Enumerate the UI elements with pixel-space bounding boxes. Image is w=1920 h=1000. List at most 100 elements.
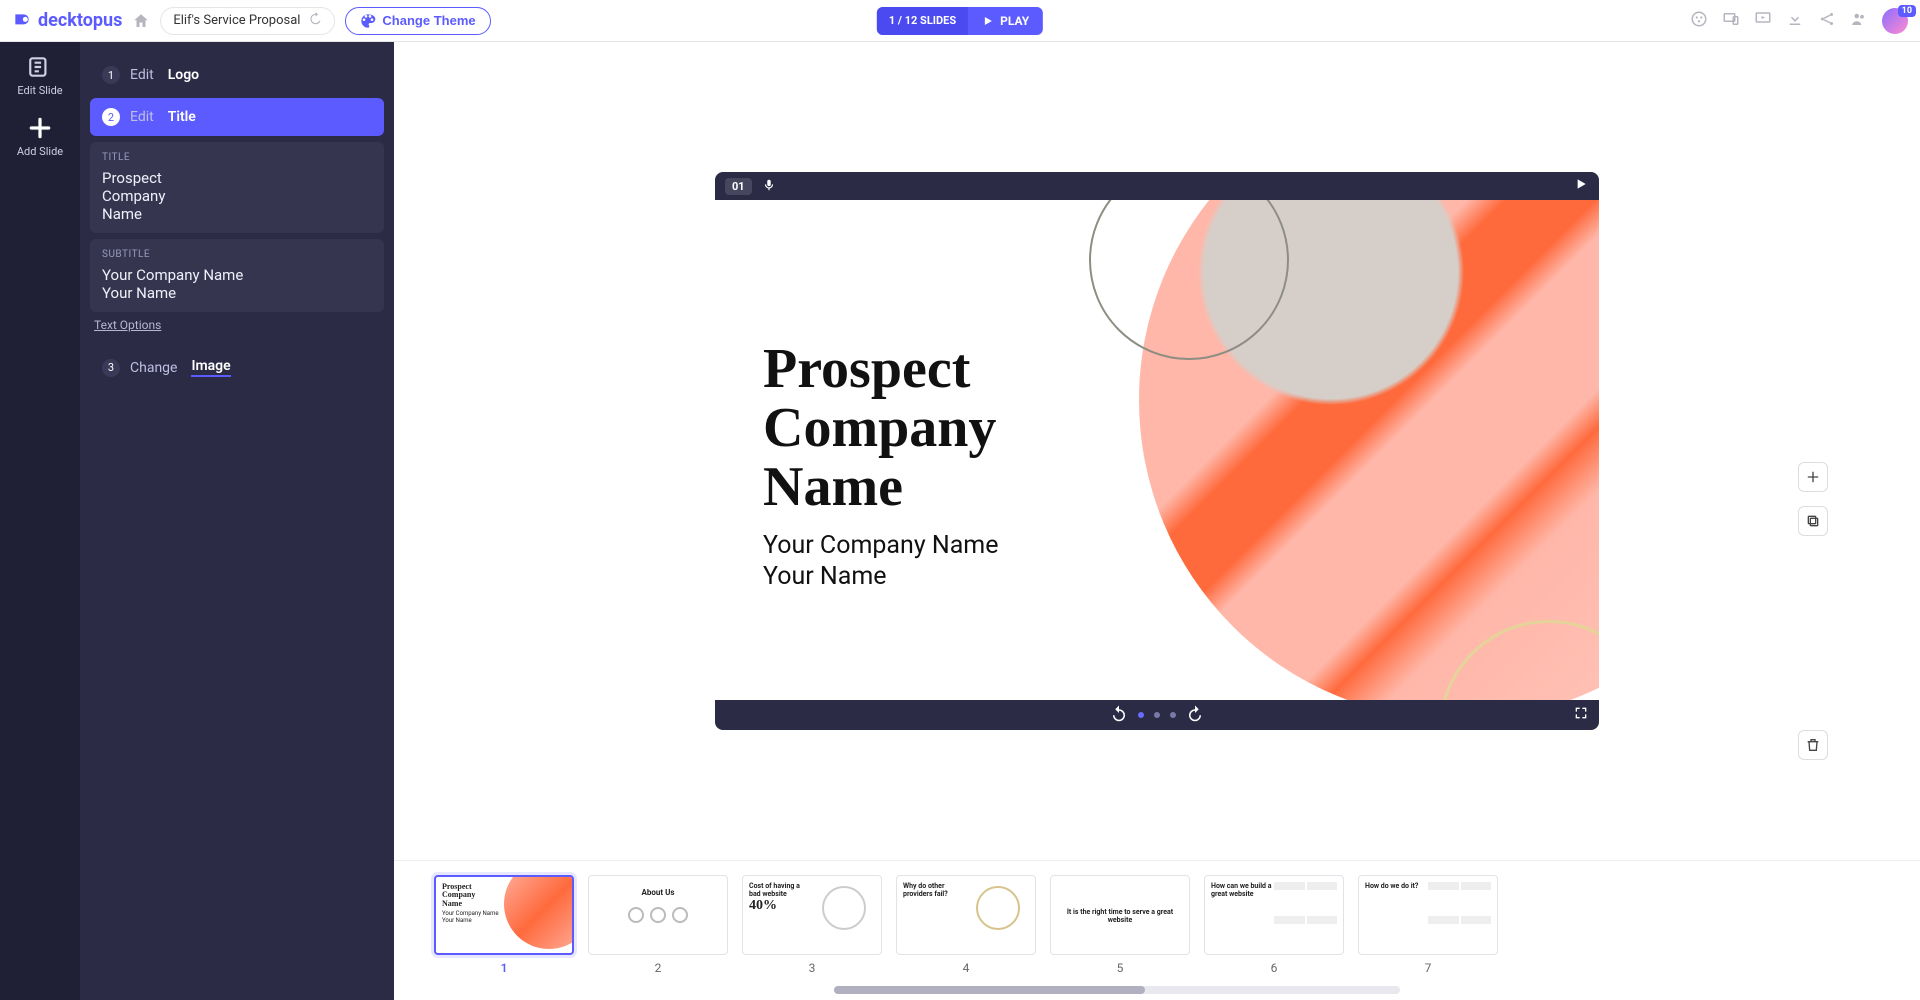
slide-chrome-bottom bbox=[715, 700, 1599, 730]
slide-thumb[interactable]: It is the right time to serve a great we… bbox=[1050, 875, 1190, 1000]
duplicate-button[interactable] bbox=[1798, 506, 1828, 536]
play-icon bbox=[982, 15, 994, 27]
thumb-index: 3 bbox=[809, 961, 816, 975]
add-slide-button[interactable]: Add Slide bbox=[17, 115, 63, 158]
thumb-title: Cost of having a bad website bbox=[749, 882, 812, 898]
thumb-index: 4 bbox=[963, 961, 970, 975]
thumb-index: 7 bbox=[1425, 961, 1432, 975]
step-target: Title bbox=[168, 109, 196, 125]
left-rail: Edit Slide Add Slide bbox=[0, 42, 80, 1000]
thumb-index: 5 bbox=[1117, 961, 1124, 975]
trash-icon bbox=[1805, 737, 1821, 753]
download-icon[interactable] bbox=[1786, 10, 1804, 32]
slide-thumb[interactable]: About Us 2 bbox=[588, 875, 728, 1000]
slide-counter[interactable]: 1 / 12 SLIDES bbox=[877, 7, 968, 35]
add-element-button[interactable] bbox=[1798, 462, 1828, 492]
edit-slide-icon bbox=[27, 54, 53, 80]
panel-row-title[interactable]: 2 Edit Title bbox=[90, 98, 384, 136]
placeholder-block bbox=[1307, 916, 1338, 924]
devices-icon[interactable] bbox=[1722, 10, 1740, 32]
delete-button[interactable] bbox=[1798, 730, 1828, 760]
placeholder-block bbox=[1461, 916, 1492, 924]
step-lead: Edit bbox=[130, 109, 154, 125]
home-icon[interactable] bbox=[132, 12, 150, 30]
slide-body[interactable]: Prospect Company Name Your Company Name … bbox=[715, 200, 1599, 700]
topbar: decktopus Elif's Service Proposal Change… bbox=[0, 0, 1920, 42]
panel-row-image[interactable]: 3 Change Image bbox=[90, 348, 384, 387]
placeholder-block bbox=[1428, 882, 1459, 890]
play-button[interactable]: PLAY bbox=[968, 7, 1043, 35]
slide-thumb[interactable]: How do we do it? 7 bbox=[1358, 875, 1498, 1000]
mic-icon[interactable] bbox=[762, 177, 776, 196]
share-icon[interactable] bbox=[1818, 10, 1836, 32]
slide-subtitle-text[interactable]: Your Company Name Your Name bbox=[763, 530, 998, 593]
placeholder-block bbox=[1307, 882, 1338, 890]
brand-name: decktopus bbox=[38, 10, 122, 31]
thumb-index: 1 bbox=[501, 961, 508, 975]
step-lead: Edit bbox=[130, 67, 154, 83]
step-number: 3 bbox=[102, 359, 120, 377]
thumb-percent: 40% bbox=[749, 898, 812, 914]
collaborators-icon[interactable] bbox=[1850, 10, 1868, 32]
placeholder-block bbox=[1274, 882, 1305, 890]
present-icon[interactable] bbox=[1754, 10, 1772, 32]
step-lead: Change bbox=[130, 360, 177, 376]
thumb-scrollbar-handle[interactable] bbox=[834, 986, 1145, 994]
layout-dot[interactable] bbox=[1138, 712, 1144, 718]
step-target: Logo bbox=[168, 67, 199, 83]
brand-logo[interactable]: decktopus bbox=[12, 10, 122, 31]
thumb-title: Why do other providers fail? bbox=[903, 882, 966, 948]
slide-thumb[interactable]: Prospect Company Name Your Company Name … bbox=[434, 875, 574, 1000]
panel-row-logo[interactable]: 1 Edit Logo bbox=[90, 56, 384, 94]
next-layout-icon[interactable] bbox=[1186, 704, 1204, 726]
slide-thumb[interactable]: Why do other providers fail? 4 bbox=[896, 875, 1036, 1000]
subtitle-input[interactable]: Your Company Name Your Name bbox=[102, 266, 372, 302]
slide-chrome-top: 01 bbox=[715, 172, 1599, 200]
thumb-index: 2 bbox=[655, 961, 662, 975]
step-number: 2 bbox=[102, 108, 120, 126]
canvas-area: 01 Prospect Company Name Your Company Na… bbox=[394, 42, 1920, 1000]
title-field[interactable]: TITLE Prospect Company Name bbox=[90, 142, 384, 233]
change-theme-label: Change Theme bbox=[382, 13, 475, 28]
edit-slide-button[interactable]: Edit Slide bbox=[17, 54, 62, 97]
theme-colors-icon[interactable] bbox=[1690, 10, 1708, 32]
thumb-title: About Us bbox=[595, 888, 721, 897]
slide-title-text[interactable]: Prospect Company Name bbox=[763, 340, 996, 516]
circle-icon bbox=[976, 886, 1020, 930]
circle-icon bbox=[650, 907, 666, 923]
layout-dot[interactable] bbox=[1170, 712, 1176, 718]
thumb-title: It is the right time to serve a great we… bbox=[1057, 908, 1183, 924]
brand-mark-icon bbox=[12, 11, 32, 31]
step-number: 1 bbox=[102, 66, 120, 84]
thumb-index: 6 bbox=[1271, 961, 1278, 975]
avatar-badge: 10 bbox=[1898, 5, 1916, 17]
fullscreen-icon[interactable] bbox=[1573, 705, 1589, 725]
main: Edit Slide Add Slide 1 Edit Logo 2 Edit … bbox=[0, 42, 1920, 1000]
avatar[interactable]: 10 bbox=[1882, 8, 1908, 34]
document-title-chip[interactable]: Elif's Service Proposal bbox=[160, 7, 335, 35]
copy-icon bbox=[1805, 513, 1821, 529]
slide-thumb[interactable]: How can we build a great website 6 bbox=[1204, 875, 1344, 1000]
thumb-scrollbar[interactable] bbox=[834, 986, 1400, 994]
change-theme-button[interactable]: Change Theme bbox=[345, 7, 490, 35]
title-field-label: TITLE bbox=[102, 152, 372, 163]
slide-nav-pill: 1 / 12 SLIDES PLAY bbox=[877, 7, 1043, 35]
subtitle-field[interactable]: SUBTITLE Your Company Name Your Name bbox=[90, 239, 384, 312]
title-input[interactable]: Prospect Company Name bbox=[102, 169, 372, 223]
topbar-actions: 10 bbox=[1690, 8, 1908, 34]
plus-icon bbox=[27, 115, 53, 141]
plus-icon bbox=[1805, 469, 1821, 485]
circle-icon bbox=[822, 886, 866, 930]
slide-play-icon[interactable] bbox=[1573, 176, 1589, 196]
layout-dot[interactable] bbox=[1154, 712, 1160, 718]
text-options-link[interactable]: Text Options bbox=[94, 318, 380, 332]
slide-frame: 01 Prospect Company Name Your Company Na… bbox=[715, 172, 1599, 730]
prev-layout-icon[interactable] bbox=[1110, 704, 1128, 726]
history-icon[interactable] bbox=[308, 12, 322, 30]
placeholder-block bbox=[1461, 882, 1492, 890]
stage-tools bbox=[1798, 462, 1828, 580]
add-slide-label: Add Slide bbox=[17, 145, 63, 158]
slide-thumb[interactable]: Cost of having a bad website 40% 3 bbox=[742, 875, 882, 1000]
subtitle-field-label: SUBTITLE bbox=[102, 249, 372, 260]
thumb-title: How do we do it? bbox=[1365, 882, 1428, 948]
